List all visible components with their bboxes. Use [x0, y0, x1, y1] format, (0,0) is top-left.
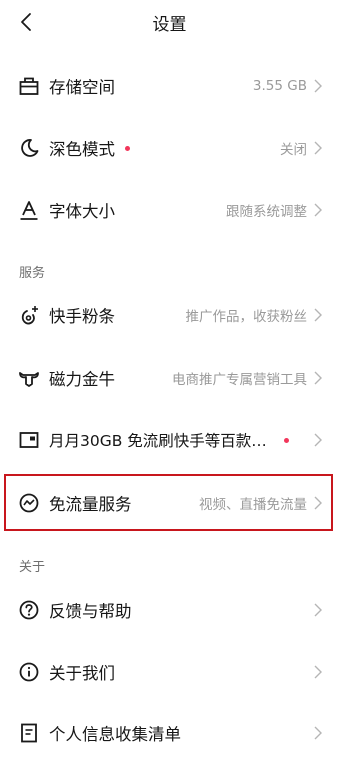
settings-row-label: 存储空间 [49, 78, 115, 97]
chevron-right-icon [314, 726, 322, 740]
fans-boost-icon [18, 304, 40, 326]
chevron-right-icon [314, 203, 322, 217]
settings-row-fans-boost[interactable]: 快手粉条 推广作品，收获粉丝 [0, 284, 339, 346]
settings-row-value: 关闭 [280, 142, 307, 158]
section-header-services: 服务 [19, 266, 46, 281]
settings-row-value: 跟随系统调整 [226, 204, 307, 220]
page-title: 设置 [152, 15, 187, 35]
chevron-right-icon [314, 371, 322, 385]
settings-row-label: 字体大小 [49, 202, 115, 221]
notification-dot [284, 438, 289, 443]
top-bar: 设置 [0, 0, 339, 44]
settings-row-label: 个人信息收集清单 [49, 725, 181, 744]
chevron-right-icon [314, 433, 322, 447]
question-icon [18, 599, 40, 621]
bull-icon [18, 367, 40, 389]
settings-row-dark-mode[interactable]: 深色模式 关闭 [0, 117, 339, 179]
moon-icon [18, 137, 40, 159]
settings-row-label: 磁力金牛 [49, 370, 115, 389]
document-icon [18, 722, 40, 744]
settings-row-value: 电商推广专属营销工具 [172, 372, 307, 388]
settings-row-data-plan[interactable]: 月月30GB 免流刷快手等百款… [0, 409, 339, 471]
settings-row-font-size[interactable]: 字体大小 跟随系统调整 [0, 179, 339, 241]
settings-row-help[interactable]: 反馈与帮助 [0, 579, 339, 641]
settings-row-value: 推广作品，收获粉丝 [185, 309, 308, 325]
highlight-box [4, 474, 333, 531]
settings-row-privacy-list[interactable]: 个人信息收集清单 [0, 702, 339, 763]
settings-row-magnet-bull[interactable]: 磁力金牛 电商推广专属营销工具 [0, 347, 339, 409]
settings-row-label: 快手粉条 [49, 307, 115, 326]
settings-row-storage[interactable]: 存储空间 3.55 GB [0, 55, 339, 117]
settings-row-value: 3.55 GB [252, 78, 307, 94]
info-icon [18, 661, 40, 683]
notification-dot [125, 146, 130, 151]
chevron-right-icon [314, 308, 322, 322]
section-header-about: 关于 [19, 560, 46, 575]
font-size-icon [18, 199, 40, 221]
settings-row-about-us[interactable]: 关于我们 [0, 641, 339, 703]
sim-card-icon [18, 429, 40, 451]
settings-row-label: 反馈与帮助 [49, 602, 132, 621]
chevron-right-icon [314, 79, 322, 93]
settings-row-label: 关于我们 [49, 664, 115, 683]
chevron-right-icon [314, 603, 322, 617]
storage-icon [18, 75, 40, 97]
settings-row-label: 月月30GB 免流刷快手等百款… [49, 432, 267, 450]
chevron-right-icon [314, 141, 322, 155]
chevron-right-icon [314, 665, 322, 679]
settings-row-label: 深色模式 [49, 140, 115, 159]
